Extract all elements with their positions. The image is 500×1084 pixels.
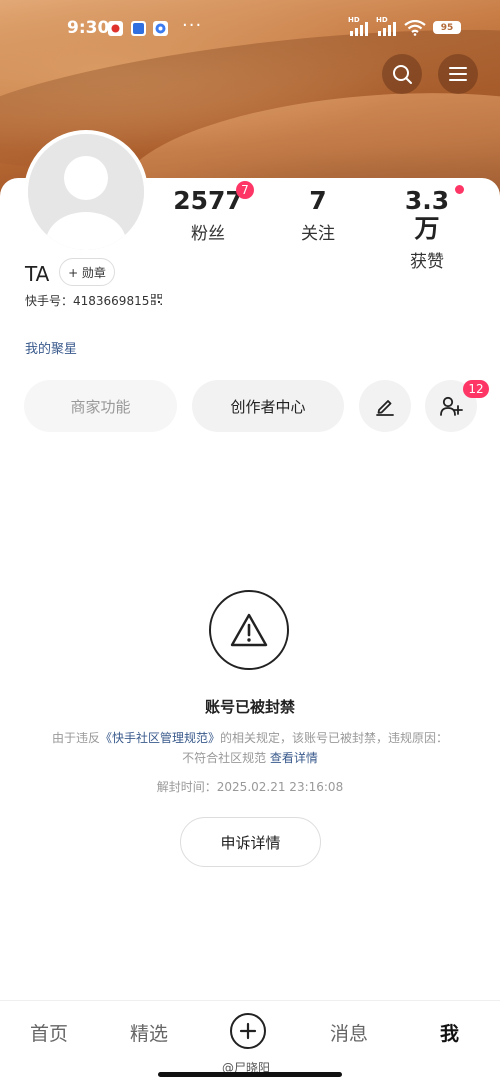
edit-profile-button[interactable] xyxy=(359,380,411,432)
wifi-icon xyxy=(404,20,426,36)
notification-app-icon xyxy=(131,21,146,36)
default-avatar-icon xyxy=(28,134,144,250)
community-rules-link[interactable]: 《快手社区管理规范》 xyxy=(100,731,220,745)
likes-red-dot xyxy=(455,185,464,194)
appeal-details-button[interactable]: 申诉详情 xyxy=(180,817,321,867)
signal-icon xyxy=(350,20,368,36)
battery-indicator: 95 xyxy=(433,21,461,34)
nav-messages[interactable]: 消息 xyxy=(330,1019,368,1046)
avatar[interactable] xyxy=(24,130,148,254)
friend-request-badge: 12 xyxy=(463,380,489,398)
search-icon xyxy=(393,65,412,84)
plus-icon xyxy=(239,1022,257,1040)
add-medal-button[interactable]: + 勋章 xyxy=(59,258,115,286)
more-notifications-icon: ··· xyxy=(182,15,203,36)
notification-app-icon xyxy=(153,21,168,36)
ban-description: 由于违反《快手社区管理规范》的相关规定，该账号已被封禁，违规原因：不符合社区规范… xyxy=(50,728,450,768)
stat-following-label: 关注 xyxy=(301,224,335,244)
view-details-link[interactable]: 查看详情 xyxy=(270,751,318,765)
unban-time: 解封时间：2025.02.21 23:16:08 xyxy=(156,780,344,794)
nav-home[interactable]: 首页 xyxy=(30,1019,68,1046)
notification-app-icon xyxy=(108,21,123,36)
stat-following-value: 7 xyxy=(309,186,327,215)
signal-icon xyxy=(378,20,396,36)
ban-desc-text: 由于违反 xyxy=(51,731,100,745)
create-post-button[interactable] xyxy=(230,1013,266,1049)
user-id: 快手号：4183669815 xyxy=(25,294,150,308)
stat-following[interactable]: 7 关注 xyxy=(288,186,348,245)
menu-button[interactable] xyxy=(438,54,478,94)
followers-new-badge: 7 xyxy=(236,181,254,199)
profile-name: TA xyxy=(25,262,50,286)
creator-center-button[interactable]: 创作者中心 xyxy=(192,380,344,432)
stat-followers-label: 粉丝 xyxy=(191,224,225,244)
qr-code-icon[interactable] xyxy=(151,294,162,305)
search-button[interactable] xyxy=(382,54,422,94)
nav-me[interactable]: 我 xyxy=(440,1019,459,1046)
menu-icon xyxy=(449,67,467,81)
ban-title: 账号已被封禁 xyxy=(204,698,295,716)
warning-icon xyxy=(230,613,268,647)
stat-followers[interactable]: 2577 粉丝 xyxy=(170,186,246,245)
stat-likes[interactable]: 3.3万 获赞 xyxy=(394,186,460,273)
merchant-features-button[interactable]: 商家功能 xyxy=(24,380,177,432)
home-indicator[interactable] xyxy=(158,1072,342,1077)
my-star-link[interactable]: 我的聚星 xyxy=(25,338,77,357)
status-bar: 9:30 ··· HD HD 95 xyxy=(0,15,500,42)
stat-likes-value: 3.3万 xyxy=(404,186,450,243)
add-user-icon xyxy=(440,396,463,416)
nav-featured[interactable]: 精选 xyxy=(130,1019,168,1046)
stat-followers-value: 2577 xyxy=(173,186,243,215)
ban-warning-emblem xyxy=(209,590,289,670)
status-time: 9:30 xyxy=(67,18,110,38)
stat-likes-label: 获赞 xyxy=(410,252,444,272)
pencil-icon xyxy=(376,400,394,416)
